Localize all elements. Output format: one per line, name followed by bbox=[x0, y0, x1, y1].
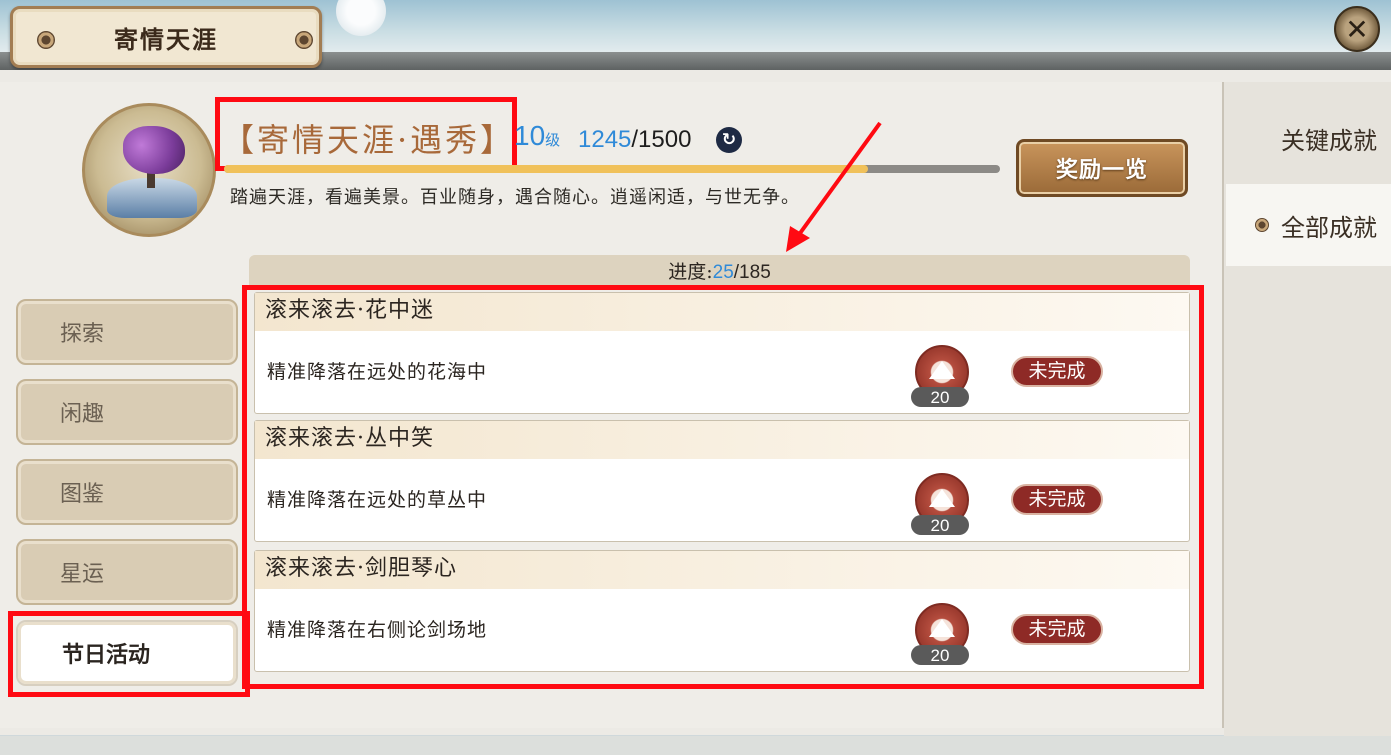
arrow-line bbox=[796, 121, 882, 238]
annotation-arrow bbox=[786, 121, 882, 252]
arrow-head-icon bbox=[786, 226, 810, 252]
